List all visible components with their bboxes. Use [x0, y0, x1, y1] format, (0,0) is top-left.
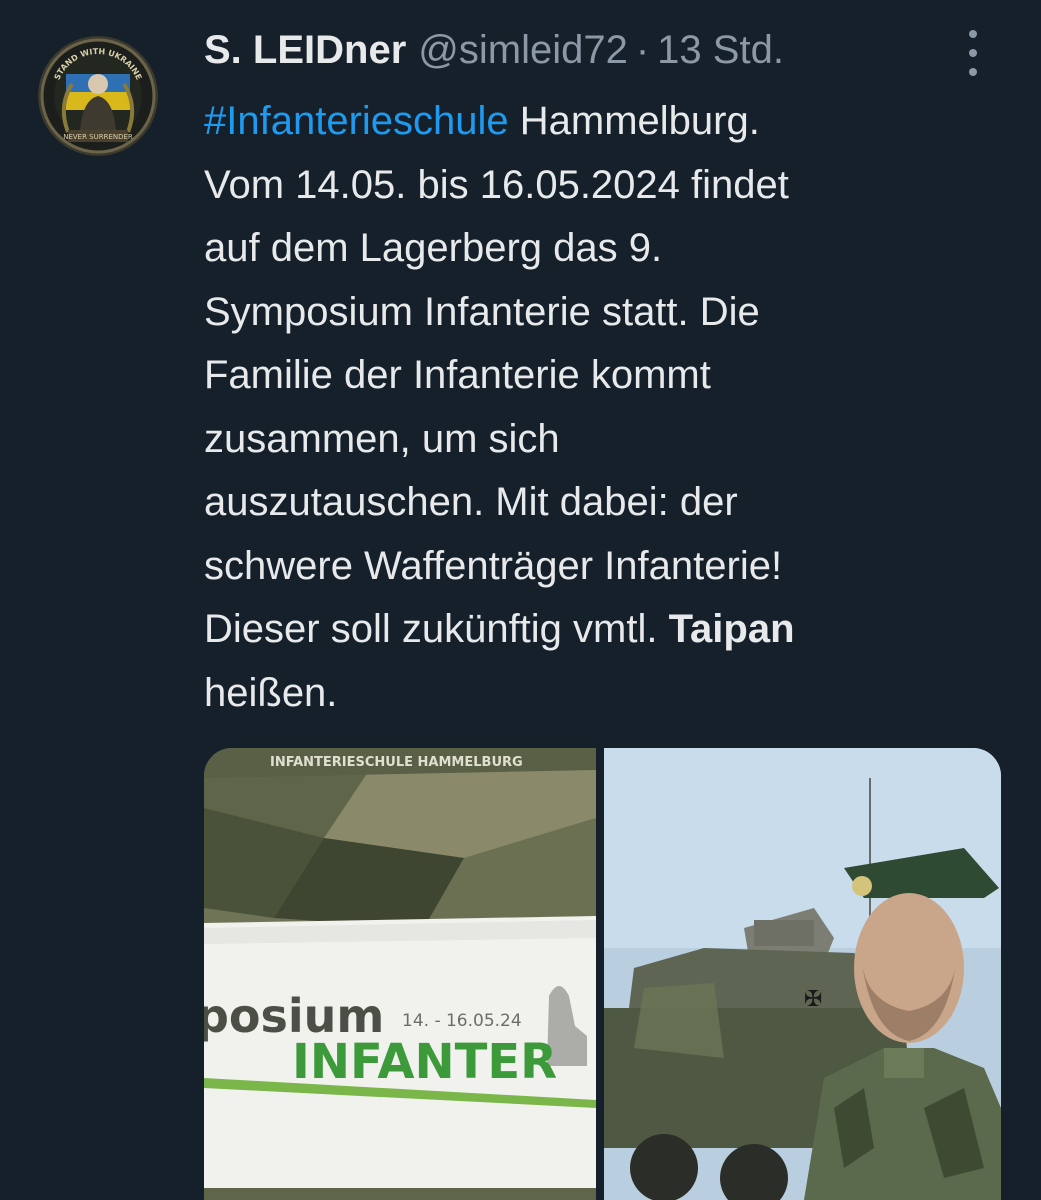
program-dates: 14. - 16.05.24 [402, 1011, 522, 1031]
tweet-text: #Infanterieschule Hammelburg. Vom 14.05.… [204, 90, 1004, 725]
text-line: heißen. [204, 670, 338, 715]
text-line: auszutauschen. Mit dabei: der [204, 480, 738, 524]
media-grid: INFANTERIESCHULE HAMMELBURG posium 14. -… [204, 748, 1001, 1200]
text-line: #Infanterieschule Hammelburg. [204, 90, 1004, 154]
text-line: Vom 14.05. bis 16.05.2024 findet [204, 162, 789, 207]
program-header: INFANTERIESCHULE HAMMELBURG [270, 755, 523, 770]
media-image-right[interactable]: ✠ [604, 748, 1001, 1200]
avatar-ring-text-bottom: NEVER SURRENDER [63, 133, 133, 141]
more-vertical-icon[interactable] [958, 30, 988, 76]
svg-text:✠: ✠ [804, 987, 822, 1012]
program-word-infanterie: INFANTER [292, 1034, 557, 1090]
more-dot [969, 30, 977, 38]
symposium-program-photo: INFANTERIESCHULE HAMMELBURG posium 14. -… [204, 748, 596, 1200]
text-line: schwere Waffenträger Infanterie! [204, 543, 783, 588]
tweet-header: S. LEIDner @simleid72 · 13 Std. [204, 24, 784, 76]
avatar[interactable]: STAND WITH UKRAINE NEVER SURRENDER [38, 36, 158, 156]
author-handle[interactable]: @simleid72 [418, 28, 628, 73]
hashtag-link[interactable]: #Infanterieschule [204, 99, 509, 143]
text-segment: Hammelburg. [508, 99, 760, 143]
bold-word: Taipan [668, 607, 795, 651]
text-segment: Dieser soll zukünftig vmtl. [204, 607, 669, 651]
media-image-left[interactable]: INFANTERIESCHULE HAMMELBURG posium 14. -… [204, 748, 596, 1200]
text-line: zusammen, um sich [204, 416, 560, 461]
more-dot [969, 68, 977, 76]
text-line: Familie der Infanterie kommt [204, 353, 711, 397]
more-dot [969, 49, 977, 57]
author-name[interactable]: S. LEIDner [204, 28, 406, 73]
soldier-vehicle-photo: ✠ [604, 748, 1001, 1200]
text-line: auf dem Lagerberg das 9. [204, 226, 663, 270]
text-line: Dieser soll zukünftig vmtl. Taipan [204, 598, 1004, 662]
timestamp[interactable]: 13 Std. [657, 28, 784, 73]
separator-dot: · [635, 27, 650, 72]
avatar-image: STAND WITH UKRAINE NEVER SURRENDER [40, 38, 156, 154]
text-line: Symposium Infanterie statt. Die [204, 289, 760, 334]
